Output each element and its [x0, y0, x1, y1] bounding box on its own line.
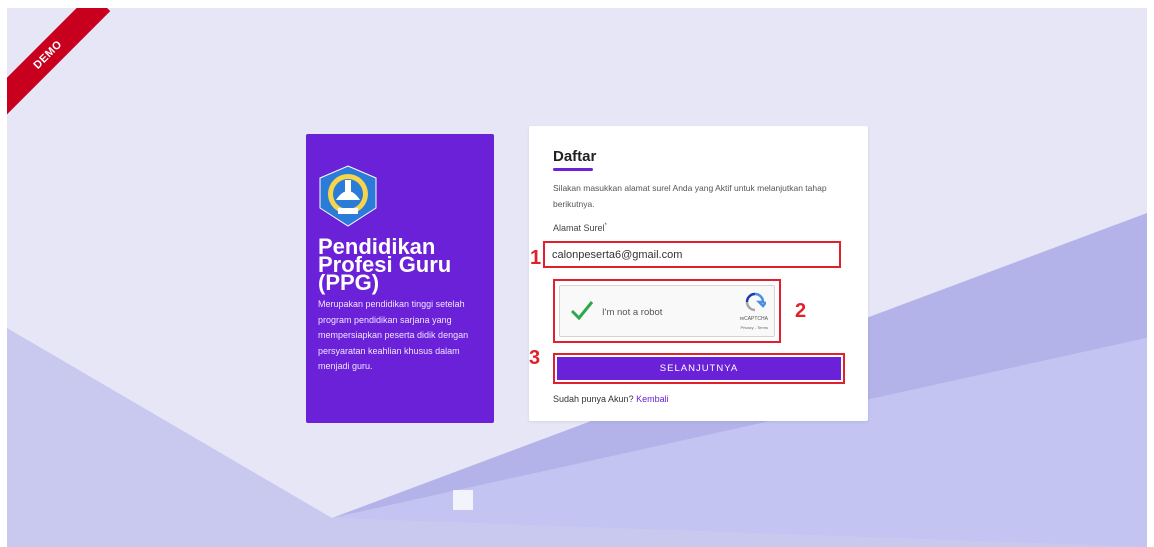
recaptcha-widget: I'm not a robot reCAPTCHA Privacy - Term…	[559, 285, 775, 337]
email-label: Alamat Surel*	[553, 223, 607, 233]
signup-card: Daftar Silakan masukkan alamat surel And…	[529, 126, 868, 421]
step-marker-2: 2	[795, 300, 807, 322]
recaptcha-brand: reCAPTCHA	[739, 316, 768, 322]
required-mark: *	[604, 223, 607, 229]
email-input[interactable]	[552, 247, 822, 263]
tut-wuri-handayani-logo	[319, 165, 377, 227]
page-background: DEMO Pendidikan Profesi Guru (PPG) Merup…	[7, 8, 1147, 547]
form-subtitle: Silakan masukkan alamat surel Anda yang …	[553, 183, 827, 209]
email-field-highlight	[543, 241, 841, 268]
recaptcha-icon	[745, 292, 766, 312]
captcha-highlight: I'm not a robot reCAPTCHA Privacy - Term…	[553, 279, 781, 343]
email-label-text: Alamat Surel	[553, 223, 605, 233]
info-description: Merupakan pendidikan tinggi setelah prog…	[318, 299, 469, 371]
recaptcha-privacy[interactable]: Privacy - Terms	[741, 325, 768, 330]
step-marker-1: 1	[530, 247, 542, 269]
back-link[interactable]: Kembali	[636, 394, 669, 404]
loading-square	[453, 490, 473, 510]
step-marker-3: 3	[529, 347, 541, 369]
info-title: Pendidikan Profesi Guru (PPG)	[318, 234, 452, 295]
next-button[interactable]: SELANJUTNYA	[557, 357, 841, 380]
account-line: Sudah punya Akun? Kembali	[553, 394, 669, 404]
captcha-label: I'm not a robot	[602, 307, 663, 318]
check-icon[interactable]	[570, 299, 594, 321]
submit-highlight: SELANJUTNYA	[553, 353, 845, 384]
account-prompt: Sudah punya Akun?	[553, 394, 634, 404]
info-panel: Pendidikan Profesi Guru (PPG) Merupakan …	[306, 134, 494, 423]
title-underline	[553, 168, 593, 171]
form-title: Daftar	[553, 148, 597, 165]
